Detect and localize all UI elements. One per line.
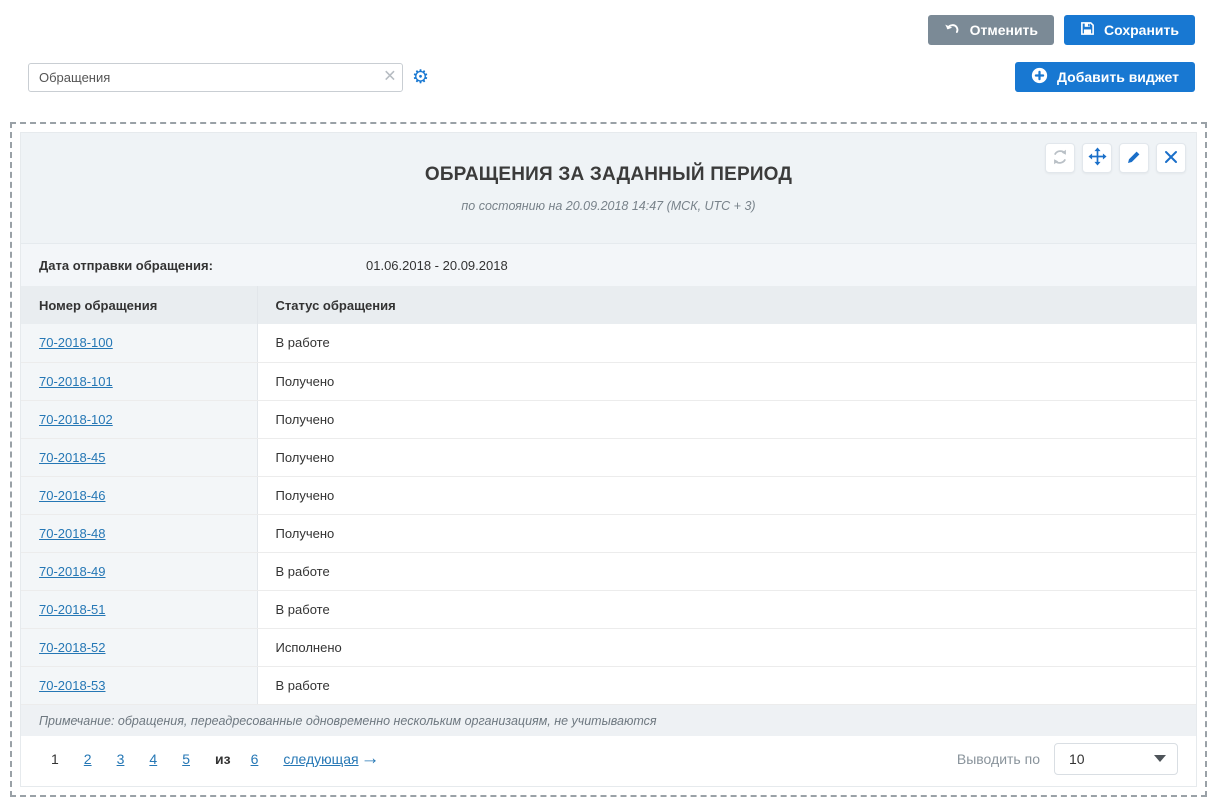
save-button[interactable]: Сохранить (1064, 15, 1195, 45)
refresh-icon (1051, 148, 1069, 169)
appeal-status-cell: В работе (257, 324, 1196, 362)
appeals-widget: ОБРАЩЕНИЯ ЗА ЗАДАННЫЙ ПЕРИОД по состояни… (20, 132, 1197, 787)
appeal-number-cell: 70-2018-46 (21, 476, 257, 514)
close-button[interactable] (1156, 143, 1186, 173)
appeal-number-cell: 70-2018-51 (21, 590, 257, 628)
refresh-button[interactable] (1045, 143, 1075, 173)
add-widget-button[interactable]: Добавить виджет (1015, 62, 1195, 92)
move-icon (1088, 147, 1107, 169)
table-row: 70-2018-45 Получено (21, 438, 1196, 476)
pagination-page-link[interactable]: 3 (117, 751, 125, 767)
appeal-number-cell: 70-2018-101 (21, 362, 257, 400)
appeal-number-cell: 70-2018-53 (21, 666, 257, 704)
appeal-number-link[interactable]: 70-2018-101 (39, 374, 113, 389)
widget-name-input[interactable] (28, 63, 403, 92)
table-row: 70-2018-49 В работе (21, 552, 1196, 590)
pagination-page-link[interactable]: 5 (182, 751, 190, 767)
table-row: 70-2018-52 Исполнено (21, 628, 1196, 666)
per-page-value: 10 (1069, 751, 1085, 767)
appeal-status-cell: Исполнено (257, 628, 1196, 666)
pagination-pages: 2 3 4 5 (84, 751, 215, 767)
appeal-number-link[interactable]: 70-2018-52 (39, 640, 106, 655)
appeal-status-cell: Получено (257, 514, 1196, 552)
widget-config-bar: × ⚙ Добавить виджет (0, 45, 1217, 92)
widget-name-field-wrap: × (28, 63, 403, 92)
appeal-number-link[interactable]: 70-2018-45 (39, 450, 106, 465)
appeal-number-link[interactable]: 70-2018-48 (39, 526, 106, 541)
appeal-status-cell: В работе (257, 590, 1196, 628)
appeals-table: Номер обращения Статус обращения 70-2018… (21, 286, 1196, 705)
widget-drop-zone: ОБРАЩЕНИЯ ЗА ЗАДАННЫЙ ПЕРИОД по состояни… (10, 122, 1207, 797)
plus-circle-icon (1031, 67, 1048, 87)
appeal-number-cell: 70-2018-52 (21, 628, 257, 666)
per-page-control: Выводить по 10 (957, 743, 1178, 775)
top-toolbar: Отменить Сохранить (0, 0, 1217, 45)
column-header-status: Статус обращения (257, 286, 1196, 324)
table-row: 70-2018-100 В работе (21, 324, 1196, 362)
per-page-select[interactable]: 10 (1054, 743, 1178, 775)
appeal-status-cell: В работе (257, 666, 1196, 704)
appeal-number-link[interactable]: 70-2018-53 (39, 678, 106, 693)
filter-row: Дата отправки обращения: 01.06.2018 - 20… (21, 243, 1196, 286)
move-button[interactable] (1082, 143, 1112, 173)
table-row: 70-2018-101 Получено (21, 362, 1196, 400)
pagination-page-link[interactable]: 2 (84, 751, 92, 767)
appeal-number-cell: 70-2018-48 (21, 514, 257, 552)
undo-icon (944, 22, 961, 38)
table-header-row: Номер обращения Статус обращения (21, 286, 1196, 324)
table-row: 70-2018-53 В работе (21, 666, 1196, 704)
widget-title: ОБРАЩЕНИЯ ЗА ЗАДАННЫЙ ПЕРИОД (21, 164, 1196, 186)
table-body: 70-2018-100 В работе 70-2018-101 Получен… (21, 324, 1196, 704)
widget-header: ОБРАЩЕНИЯ ЗА ЗАДАННЫЙ ПЕРИОД по состояни… (21, 133, 1196, 243)
appeal-status-cell: Получено (257, 438, 1196, 476)
appeal-status-cell: Получено (257, 476, 1196, 514)
appeal-number-cell: 70-2018-45 (21, 438, 257, 476)
pagination-of-label: из (215, 751, 231, 767)
appeal-number-link[interactable]: 70-2018-46 (39, 488, 106, 503)
appeal-number-link[interactable]: 70-2018-102 (39, 412, 113, 427)
widget-actions (1045, 143, 1186, 173)
filter-label: Дата отправки обращения: (21, 258, 366, 273)
edit-button[interactable] (1119, 143, 1149, 173)
appeal-status-cell: В работе (257, 552, 1196, 590)
column-header-number: Номер обращения (21, 286, 257, 324)
pencil-icon (1126, 149, 1142, 168)
appeal-number-link[interactable]: 70-2018-51 (39, 602, 106, 617)
appeal-status-cell: Получено (257, 362, 1196, 400)
gear-icon[interactable]: ⚙ (412, 68, 429, 87)
table-row: 70-2018-48 Получено (21, 514, 1196, 552)
appeal-number-link[interactable]: 70-2018-49 (39, 564, 106, 579)
appeal-number-cell: 70-2018-100 (21, 324, 257, 362)
per-page-label: Выводить по (957, 751, 1040, 767)
widget-subtitle: по состоянию на 20.09.2018 14:47 (МСК, U… (21, 199, 1196, 213)
appeal-number-cell: 70-2018-49 (21, 552, 257, 590)
save-icon (1080, 21, 1095, 39)
cancel-button-label: Отменить (970, 22, 1038, 38)
next-arrow-icon[interactable]: → (361, 748, 380, 770)
cancel-button[interactable]: Отменить (928, 15, 1054, 45)
appeal-status-cell: Получено (257, 400, 1196, 438)
add-widget-label: Добавить виджет (1057, 69, 1179, 85)
table-row: 70-2018-51 В работе (21, 590, 1196, 628)
filter-value: 01.06.2018 - 20.09.2018 (366, 258, 508, 273)
pagination-next-link[interactable]: следующая (283, 751, 358, 767)
table-row: 70-2018-102 Получено (21, 400, 1196, 438)
widget-note: Примечание: обращения, переадресованные … (21, 705, 1196, 736)
clear-icon[interactable]: × (384, 66, 396, 87)
appeal-number-cell: 70-2018-102 (21, 400, 257, 438)
caret-down-icon (1154, 755, 1166, 762)
save-button-label: Сохранить (1104, 22, 1179, 38)
appeal-number-link[interactable]: 70-2018-100 (39, 335, 113, 350)
pagination-page-link[interactable]: 4 (149, 751, 157, 767)
table-row: 70-2018-46 Получено (21, 476, 1196, 514)
pagination-bar: 1 2 3 4 5 из 6 следующая → Выводить по 10 (21, 736, 1196, 782)
close-icon (1164, 150, 1178, 167)
pagination-current-page: 1 (51, 751, 59, 767)
pagination-last-page[interactable]: 6 (251, 751, 259, 767)
